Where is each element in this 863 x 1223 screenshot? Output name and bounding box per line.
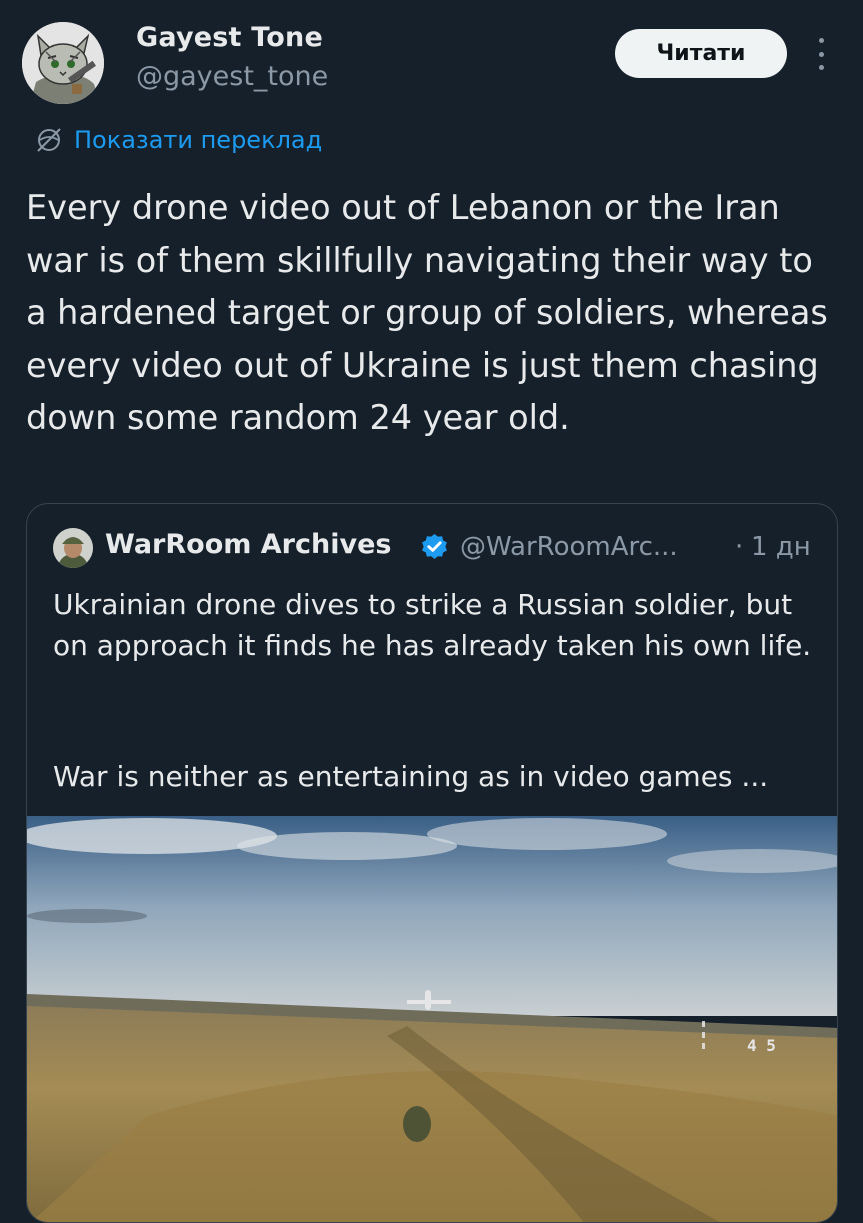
quoted-text-p2: War is neither as entertaining as in vid… — [53, 760, 769, 793]
quoted-author-handle[interactable]: @WarRoomArc... — [460, 532, 678, 562]
quoted-author-name[interactable]: WarRoom Archives — [105, 529, 391, 560]
translate-link[interactable]: Показати переклад — [34, 122, 322, 158]
author-avatar-image — [22, 22, 104, 104]
author-avatar[interactable] — [22, 22, 104, 104]
quoted-text-p1: Ukrainian drone dives to strike a Russia… — [53, 588, 812, 662]
more-icon[interactable] — [809, 34, 833, 74]
author-handle[interactable]: @gayest_tone — [136, 61, 328, 92]
hud-altitude-scale — [702, 1021, 705, 1049]
follow-button[interactable]: Читати — [615, 29, 787, 78]
quoted-author-avatar-image — [53, 528, 93, 568]
tweet-text: Every drone video out of Lebanon or the … — [26, 188, 828, 437]
separator-dot: · — [735, 532, 744, 562]
author-name[interactable]: Gayest Tone — [136, 22, 323, 53]
quoted-author-avatar[interactable] — [53, 528, 93, 568]
translate-label: Показати переклад — [74, 126, 323, 154]
verified-icon — [422, 533, 447, 559]
video-thumbnail[interactable]: 4 5 — [27, 816, 838, 1223]
quoted-tweet-card[interactable]: WarRoom Archives @WarRoomArc... · 1 дн U… — [26, 503, 838, 1223]
translate-icon — [37, 128, 61, 152]
quoted-timestamp[interactable]: 1 дн — [751, 532, 811, 562]
hud-readout: 4 5 — [747, 1036, 776, 1055]
